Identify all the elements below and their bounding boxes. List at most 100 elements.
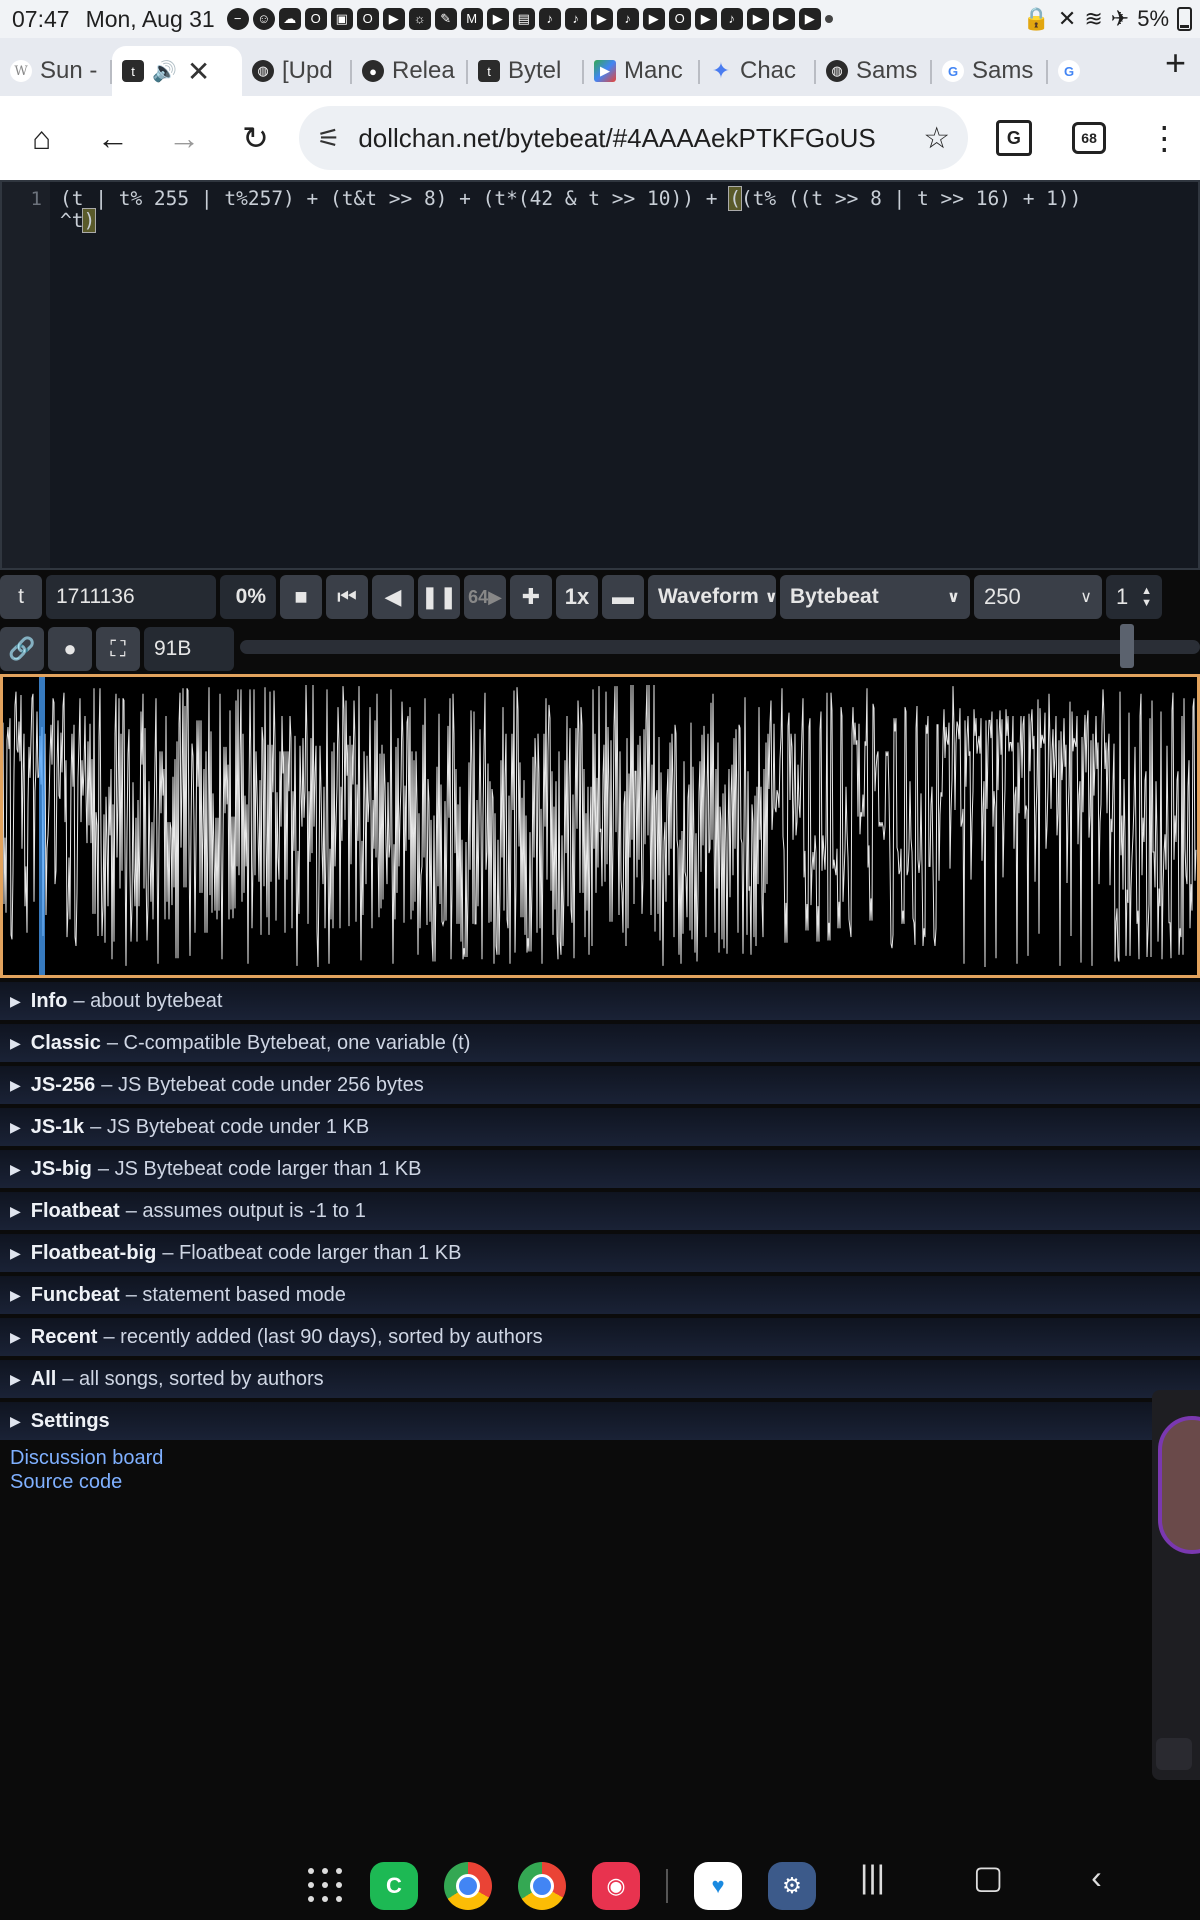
tab-5[interactable]: ▶ Manc xyxy=(584,46,700,96)
stop-button[interactable]: ■ xyxy=(280,575,322,619)
volume-slider-thumb[interactable] xyxy=(1120,624,1134,668)
tab-8[interactable]: G Sams xyxy=(932,46,1048,96)
section-js-1k[interactable]: ▶ JS-1k – JS Bytebeat code under 1 KB xyxy=(0,1108,1200,1146)
speed-down-button[interactable]: ▬ xyxy=(602,575,644,619)
new-tab-icon[interactable]: + xyxy=(1165,42,1186,84)
tab-0[interactable]: W Sun - xyxy=(0,46,112,96)
expand-triangle-icon: ▶ xyxy=(10,1370,21,1387)
divisor-input[interactable]: 1 ▲ ▼ xyxy=(1106,575,1162,619)
floating-window-menu-icon[interactable] xyxy=(1156,1738,1192,1770)
home-nav-icon[interactable]: ▢ xyxy=(973,1858,1003,1896)
dollchan-icon: t xyxy=(122,60,144,82)
section-js-big[interactable]: ▶ JS-big – JS Bytebeat code larger than 1 … xyxy=(0,1150,1200,1188)
tab-7[interactable]: ◍ Sams xyxy=(816,46,932,96)
status-bar: 07:47 Mon, Aug 31 − ☺ ☁ O ▣ O ▶ ☼ ✎ M ▶ … xyxy=(0,0,1200,38)
share-link-button[interactable]: 🔗 xyxy=(0,627,44,671)
chrome-beta-icon[interactable] xyxy=(518,1862,566,1910)
mode-select[interactable]: Bytebeat ∨ xyxy=(780,575,970,619)
code-size-value: 91B xyxy=(154,637,192,660)
source-code-link[interactable]: Source code xyxy=(10,1470,163,1494)
rewind-start-button[interactable]: ⏮ xyxy=(326,575,368,619)
view-mode-select[interactable]: Waveform ∨ xyxy=(648,575,778,619)
battery-icon xyxy=(1177,7,1192,31)
site-settings-icon[interactable]: ⚟ xyxy=(317,123,340,154)
time-mode-toggle[interactable]: t xyxy=(0,575,42,619)
reload-icon[interactable]: ↻ xyxy=(220,102,291,174)
section-js-256[interactable]: ▶ JS-256– JS Bytebeat code under 256 byte… xyxy=(0,1066,1200,1104)
status-time: 07:47 xyxy=(12,5,70,32)
speed-up-button[interactable]: ✚ xyxy=(510,575,552,619)
tab-4[interactable]: t Bytel xyxy=(468,46,584,96)
section-floatbeat[interactable]: ▶ Floatbeat – assumes output is -1 to 1 xyxy=(0,1192,1200,1230)
status-date: Mon, Aug 31 xyxy=(85,5,215,32)
translate-icon[interactable]: G xyxy=(978,102,1049,174)
speed-64-label: 64▶ xyxy=(468,586,502,607)
code-editor[interactable]: 1 (t | t% 255 | t%257) + (t&t >> 8) + (t… xyxy=(0,180,1200,570)
section-recent[interactable]: ▶ Recent – recently added (last 90 days), … xyxy=(0,1318,1200,1356)
tab-9[interactable]: G xyxy=(1048,46,1108,96)
waveform-line xyxy=(3,684,1197,968)
stepper-arrows-icon[interactable]: ▲ ▼ xyxy=(1141,585,1152,609)
chrome-icon[interactable] xyxy=(444,1862,492,1910)
floating-window-preview[interactable] xyxy=(1152,1390,1200,1780)
youtube-icon: ▶ xyxy=(486,8,509,30)
play-backward-button[interactable]: ◀ xyxy=(372,575,414,619)
discussion-board-link[interactable]: Discussion board xyxy=(10,1446,163,1470)
volume-slider[interactable] xyxy=(240,640,1200,654)
percent-value: 0% xyxy=(235,585,266,608)
section-title: All xyxy=(30,1367,57,1390)
gallery-icon: ▣ xyxy=(330,8,353,30)
overflow-menu-icon[interactable]: ⋮ xyxy=(1129,102,1200,174)
back-nav-icon[interactable]: ‹ xyxy=(1091,1859,1102,1896)
recents-icon[interactable]: ||| xyxy=(860,1859,885,1896)
apps-grid-icon[interactable] xyxy=(308,1868,344,1904)
code-text[interactable]: (t | t% 255 | t%257) + (t&t >> 8) + (t*(… xyxy=(60,186,1158,233)
section-funcbeat[interactable]: ▶ Funcbeat – statement based mode xyxy=(0,1276,1200,1314)
waveform-canvas[interactable] xyxy=(0,674,1200,978)
pause-button[interactable]: ❚❚ xyxy=(418,575,460,619)
url-text[interactable]: dollchan.net/bytebeat/#4AAAAekPTKFGoUS xyxy=(358,123,898,154)
tab-active[interactable]: t 🔊 ✕ xyxy=(112,46,242,96)
tab-2[interactable]: ◍ [Upd xyxy=(242,46,352,96)
expand-triangle-icon: ▶ xyxy=(10,1076,21,1093)
section-description: – JS Bytebeat code under 1 KB xyxy=(90,1115,370,1138)
camera-app-icon[interactable]: ◉ xyxy=(592,1862,640,1910)
skip-back-icon: ⏮ xyxy=(337,584,357,609)
chevron-down-icon: ∨ xyxy=(764,589,778,606)
time-input[interactable]: 1711136 xyxy=(46,575,216,619)
tab-6[interactable]: ✦ Chac xyxy=(700,46,816,96)
section-floatbeat-big[interactable]: ▶ Floatbeat-big – Floatbeat code larger th… xyxy=(0,1234,1200,1272)
section-info[interactable]: ▶ Info – about bytebeat xyxy=(0,982,1200,1020)
phone-app-icon[interactable]: C xyxy=(370,1862,418,1910)
tab-switcher-button[interactable]: 68 xyxy=(1053,102,1124,174)
audio-playing-icon: 🔊 xyxy=(152,60,177,83)
expand-triangle-icon: ▶ xyxy=(10,1034,21,1051)
address-bar[interactable]: ⚟ dollchan.net/bytebeat/#4AAAAekPTKFGoUS… xyxy=(299,106,969,170)
fast-forward-button[interactable]: 64▶ xyxy=(464,575,506,619)
close-tab-icon[interactable]: ✕ xyxy=(187,55,210,88)
dock-divider xyxy=(666,1869,668,1903)
section-title: Floatbeat xyxy=(30,1199,120,1222)
section-all[interactable]: ▶ All – all songs, sorted by authors xyxy=(0,1360,1200,1398)
app-icon[interactable]: ♥ xyxy=(694,1862,742,1910)
system-icons: 🔒 ✕ ≋ ✈ 5% xyxy=(1022,0,1192,38)
section-classic[interactable]: ▶ Classic – C-compatible Bytebeat, one var… xyxy=(0,1024,1200,1062)
home-icon[interactable]: ⌂ xyxy=(6,102,77,174)
taskbar-dock: C ◉ ♥ ⚙ xyxy=(308,1862,816,1910)
back-icon[interactable]: ← xyxy=(77,102,148,174)
expand-triangle-icon: ▶ xyxy=(10,1202,21,1219)
fullscreen-icon: ⛶ xyxy=(110,636,126,661)
youtube-icon: ▶ xyxy=(642,8,665,30)
weather-icon: ☼ xyxy=(408,8,431,30)
notification-icons: − ☺ ☁ O ▣ O ▶ ☼ ✎ M ▶ ▤ ♪ ♪ ▶ ♪ ▶ O ▶ ♪ … xyxy=(226,8,833,30)
section-settings[interactable]: ▶ Settings xyxy=(0,1402,1200,1440)
bookmark-star-icon[interactable]: ☆ xyxy=(923,121,950,156)
settings-gear-icon[interactable]: ⚙ xyxy=(768,1862,816,1910)
section-title: Funcbeat xyxy=(30,1283,120,1306)
record-button[interactable]: ● xyxy=(48,627,92,671)
sample-rate-select[interactable]: 250 ∨ xyxy=(974,575,1102,619)
forward-icon[interactable]: → xyxy=(149,102,220,174)
section-title: Settings xyxy=(30,1409,110,1432)
tab-3[interactable]: ● Relea xyxy=(352,46,468,96)
fullscreen-button[interactable]: ⛶ xyxy=(96,627,140,671)
